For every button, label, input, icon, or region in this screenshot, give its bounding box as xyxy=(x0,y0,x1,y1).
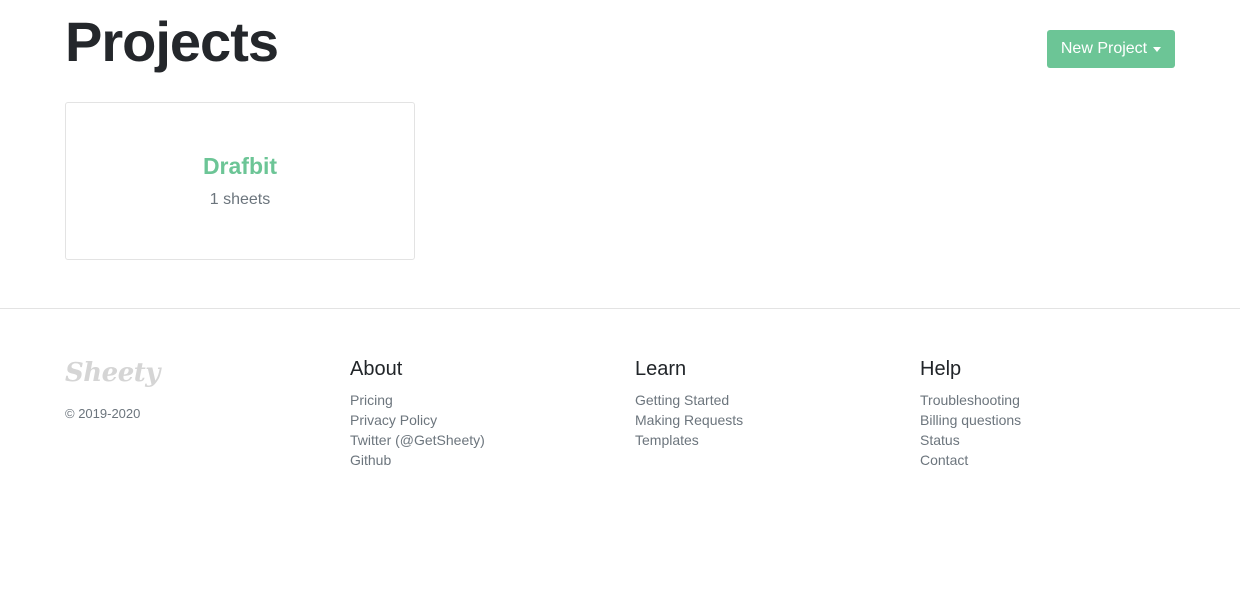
footer-heading-about: About xyxy=(350,358,403,380)
footer-heading-learn: Learn xyxy=(635,358,687,380)
footer-link-getting-started[interactable]: Getting Started xyxy=(635,390,743,410)
footer-column-learn: Learn Getting Started Making Requests Te… xyxy=(635,358,743,450)
new-project-label: New Project xyxy=(1060,40,1148,57)
project-sheet-count: 1 sheets xyxy=(209,191,271,208)
footer-column-about: About Pricing Privacy Policy Twitter (@G… xyxy=(350,358,485,470)
footer-link-troubleshooting[interactable]: Troubleshooting xyxy=(920,390,1021,410)
footer-link-billing-questions[interactable]: Billing questions xyxy=(920,410,1021,430)
footer-link-pricing[interactable]: Pricing xyxy=(350,390,485,410)
footer-link-status[interactable]: Status xyxy=(920,430,1021,450)
footer-link-privacy-policy[interactable]: Privacy Policy xyxy=(350,410,485,430)
footer-link-making-requests[interactable]: Making Requests xyxy=(635,410,743,430)
footer-link-contact[interactable]: Contact xyxy=(920,450,1021,470)
new-project-button[interactable]: New Project xyxy=(1047,30,1175,68)
footer-heading-help: Help xyxy=(920,358,962,380)
sheety-logo: Sheety xyxy=(65,358,160,388)
page-title: Projects xyxy=(65,10,279,73)
footer-link-github[interactable]: Github xyxy=(350,450,485,470)
project-card[interactable]: Drafbit 1 sheets xyxy=(65,102,415,260)
footer-divider xyxy=(0,308,1240,309)
footer-column-help: Help Troubleshooting Billing questions S… xyxy=(920,358,1021,470)
project-name[interactable]: Drafbit xyxy=(66,153,414,180)
footer-link-templates[interactable]: Templates xyxy=(635,430,743,450)
footer-link-twitter[interactable]: Twitter (@GetSheety) xyxy=(350,430,485,450)
copyright: © 2019-2020 xyxy=(65,406,141,421)
caret-down-icon xyxy=(1153,47,1162,52)
